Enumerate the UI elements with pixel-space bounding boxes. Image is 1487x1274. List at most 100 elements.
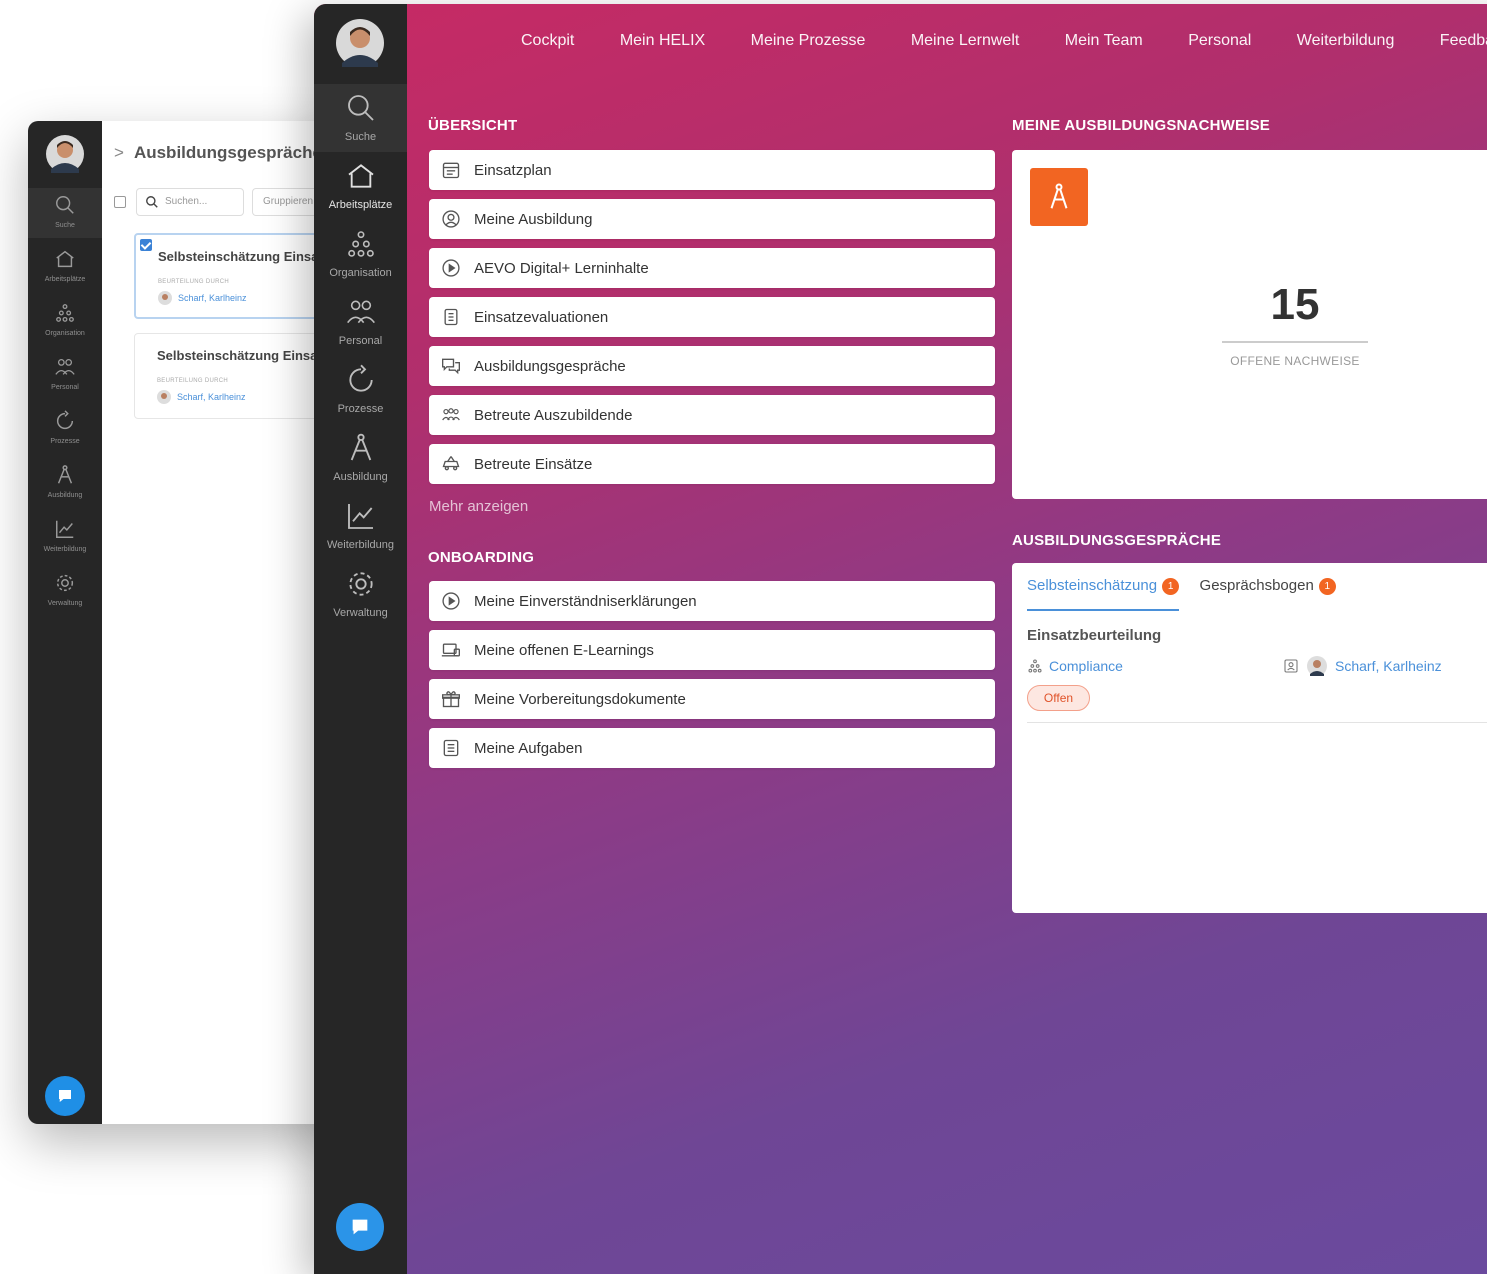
sidebar-item-verwaltung[interactable]: Verwaltung [314,560,407,628]
org-icon [56,304,74,322]
tab-meine-lernwelt[interactable]: Meine Lernwelt [911,32,1020,50]
back-nav-prozesse[interactable]: Prozesse [28,404,102,454]
back-nav-organisation[interactable]: Organisation [28,296,102,346]
card-person[interactable]: Scharf, Karlheinz [157,390,246,404]
chat-bubbles-icon [442,358,460,375]
count-badge: 1 [1162,578,1180,595]
chat-icon [59,1090,71,1102]
cycle-icon [56,410,74,430]
cycle-icon [348,364,373,392]
sidebar-item-organisation[interactable]: Organisation [314,220,407,288]
divider [1027,722,1487,723]
search-input[interactable]: Suchen... [136,188,244,216]
chevron-right-icon[interactable]: > [114,143,124,162]
tile-vorbereitungsdokumente[interactable]: Meine Vorbereitungsdokumente [429,679,995,719]
divider [1222,341,1368,343]
section-title-ausbildungsnachweise: MEINE AUSBILDUNGSNACHWEISE [1012,117,1270,134]
nav-label: Suche [55,222,75,229]
avatar[interactable] [336,19,384,67]
tile-label: Betreute Auszubildende [474,407,633,424]
tile-einsatzevaluationen[interactable]: Einsatzevaluationen [429,297,995,337]
main-window: Suche Arbeitsplätze Organisation Persona… [314,4,1487,1274]
sidebar-item-label: Organisation [329,267,392,279]
chart-icon [347,504,373,529]
tab-personal[interactable]: Personal [1188,32,1251,50]
back-nav-arbeitsplaetze[interactable]: Arbeitsplätze [28,242,102,292]
tab-label: Selbsteinschätzung [1027,577,1158,594]
background-window: Suche Arbeitsplätze Organisation Persona… [28,121,348,1124]
avatar [1307,656,1327,676]
sidebar: Suche Arbeitsplätze Organisation Persona… [314,4,407,1274]
compass-icon [350,433,371,461]
tile-meine-aufgaben[interactable]: Meine Aufgaben [429,728,995,768]
tab-gespraechsbogen[interactable]: Gesprächsbogen 1 [1200,577,1336,609]
sidebar-item-label: Weiterbildung [326,539,395,551]
count-badge: 1 [1318,578,1336,595]
assessor[interactable]: Scharf, Karlheinz [1283,656,1442,676]
sidebar-item-weiterbildung[interactable]: Weiterbildung [314,492,407,560]
row-checkbox[interactable] [140,239,152,251]
ausbildung-badge[interactable] [1030,168,1088,226]
tile-einverstaendniserklaerungen[interactable]: Meine Einverständniserklärungen [429,581,995,621]
person-name: Scharf, Karlheinz [178,293,247,303]
tab-feedback[interactable]: Feedba [1440,32,1487,50]
open-count[interactable]: 15 [1222,280,1368,330]
card-person[interactable]: Scharf, Karlheinz [158,291,247,305]
tile-meine-ausbildung[interactable]: Meine Ausbildung [429,199,995,239]
open-count-label: OFFENE NACHWEISE [1230,354,1360,368]
back-nav-personal[interactable]: Personal [28,350,102,400]
search-icon [56,196,74,214]
sidebar-item-ausbildung[interactable]: Ausbildung [314,424,407,492]
back-nav-weiterbildung[interactable]: Weiterbildung [28,512,102,562]
person-name: Scharf, Karlheinz [177,392,246,402]
tab-cockpit[interactable]: Cockpit [521,32,574,50]
tile-betreute-auszubildende[interactable]: Betreute Auszubildende [429,395,995,435]
chat-button[interactable] [336,1203,384,1251]
group-icon [442,408,460,421]
tab-mein-helix[interactable]: Mein HELIX [620,32,705,50]
gespraeche-panel: Selbsteinschätzung 1 Gesprächsbogen 1 Eins… [1012,563,1487,913]
compliance-link[interactable]: Compliance [1027,658,1123,674]
link-label: Compliance [1049,658,1123,674]
tab-selbsteinschaetzung[interactable]: Selbsteinschätzung 1 [1027,577,1180,611]
tile-betreute-einsaetze[interactable]: Betreute Einsätze [429,444,995,484]
select-all-checkbox[interactable] [114,196,126,208]
breadcrumb: > Ausbildungsgespräche [114,143,322,163]
sidebar-item-prozesse[interactable]: Prozesse [314,356,407,424]
chart-icon [56,520,74,538]
tile-label: Meine Ausbildung [474,211,593,228]
back-sidebar: Suche Arbeitsplätze Organisation Persona… [28,121,102,1124]
back-nav-verwaltung[interactable]: Verwaltung [28,566,102,616]
compass-icon [57,465,73,484]
nav-label: Weiterbildung [43,546,87,553]
search-icon [347,95,374,121]
sidebar-item-personal[interactable]: Personal [314,288,407,356]
nav-label: Ausbildung [47,492,83,499]
back-nav-ausbildung[interactable]: Ausbildung [28,458,102,508]
status-badge: Offen [1027,685,1090,711]
nav-label: Personal [51,384,79,391]
back-nav-search[interactable]: Suche [28,188,102,238]
section-title-onboarding: ONBOARDING [428,549,535,566]
tile-aevo-lerninhalte[interactable]: AEVO Digital+ Lerninhalte [429,248,995,288]
more-link[interactable]: Mehr anzeigen [429,498,528,515]
avatar [158,291,172,305]
sidebar-item-arbeitsplaetze[interactable]: Arbeitsplätze [314,152,407,220]
avatar [157,390,171,404]
card-subtitle: BEURTEILUNG DURCH [158,279,229,285]
tile-offene-e-learnings[interactable]: Meine offenen E-Learnings [429,630,995,670]
nav-label: Organisation [45,330,85,337]
nav-label: Verwaltung [47,600,83,607]
tile-einsatzplan[interactable]: Einsatzplan [429,150,995,190]
tile-ausbildungsgespraeche[interactable]: Ausbildungsgespräche [429,346,995,386]
sidebar-item-label: Verwaltung [333,607,388,619]
calendar-icon [442,162,460,179]
tab-mein-team[interactable]: Mein Team [1065,32,1143,50]
tab-meine-prozesse[interactable]: Meine Prozesse [751,32,866,50]
sidebar-item-suche[interactable]: Suche [314,84,407,152]
chat-button[interactable] [45,1076,85,1116]
avatar[interactable] [46,135,84,173]
tab-weiterbildung[interactable]: Weiterbildung [1297,32,1395,50]
nav-label: Arbeitsplätze [44,276,86,283]
search-placeholder: Suchen... [165,196,208,207]
